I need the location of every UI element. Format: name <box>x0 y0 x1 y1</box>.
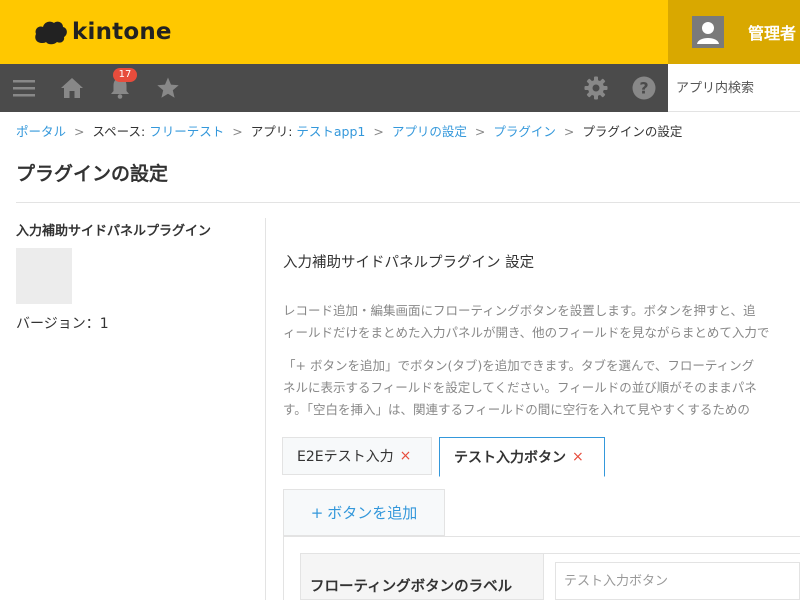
floating-button-label-heading: フローティングボタンのラベル <box>310 579 513 595</box>
floating-button-label-input[interactable] <box>555 562 800 600</box>
plus-icon: + <box>310 503 324 522</box>
description-paragraph-2: 「+ ボタンを追加」でボタン(タブ)を追加できます。タブを選んで、フローティング… <box>283 355 800 421</box>
user-icon <box>697 22 719 44</box>
plugin-icon-placeholder <box>16 248 72 304</box>
avatar <box>692 16 724 48</box>
cloud-logo-icon <box>35 21 67 45</box>
breadcrumb-app-prefix: アプリ: <box>250 124 297 139</box>
description-line: 「+ ボタンを追加」でボタン(タブ)を追加できます。タブを選んで、フローティング <box>283 358 755 373</box>
tab-close-icon[interactable]: × <box>572 449 584 465</box>
tab-label: テスト入力ボタン <box>454 450 566 466</box>
svg-text:?: ? <box>639 79 648 98</box>
breadcrumb-separator: > <box>563 124 575 139</box>
app-header: kintone 管理者 <box>0 0 800 64</box>
title-divider <box>16 202 800 203</box>
description-paragraph-1: レコード追加・編集画面にフローティングボタンを設置します。ボタンを押すと、追 ィ… <box>283 300 800 344</box>
breadcrumb-separator: > <box>74 124 85 139</box>
add-button-button[interactable]: + ボタンを追加 <box>283 489 445 536</box>
tab-label: E2Eテスト入力 <box>297 449 394 465</box>
menu-icon[interactable] <box>12 76 36 100</box>
notification-badge: 17 <box>113 68 137 82</box>
app-search-box <box>668 64 800 112</box>
help-icon[interactable]: ? <box>632 76 656 100</box>
breadcrumb-space-prefix: スペース: <box>92 124 150 139</box>
logo-text: kintone <box>72 19 172 45</box>
breadcrumb-portal[interactable]: ポータル <box>16 124 66 139</box>
page-title: プラグインの設定 <box>16 163 169 185</box>
breadcrumb-separator: > <box>474 124 486 139</box>
description-line: ネルに表示するフィールドを設定してください。フィールドの並び順がそのままパネ <box>283 380 757 395</box>
tab-e2e-input[interactable]: E2Eテスト入力 × <box>282 437 432 475</box>
breadcrumb-separator: > <box>232 124 243 139</box>
gear-icon[interactable] <box>584 76 608 100</box>
user-menu[interactable]: 管理者 <box>668 0 800 64</box>
home-icon[interactable] <box>60 76 84 100</box>
tab-test-input-button[interactable]: テスト入力ボタン × <box>439 437 605 477</box>
breadcrumb-space[interactable]: フリーテスト <box>149 124 224 139</box>
breadcrumb-app-settings[interactable]: アプリの設定 <box>392 124 467 139</box>
breadcrumb-app[interactable]: テストapp1 <box>296 124 365 139</box>
user-name: 管理者 <box>748 24 797 43</box>
description-line: す。「空白を挿入」は、関連するフィールドの間に空行を入れて見やすくするための <box>283 402 750 417</box>
add-button-label: ボタンを追加 <box>327 504 418 522</box>
plugin-name: 入力補助サイドパネルプラグイン <box>16 224 212 239</box>
description-line: ィールドだけをまとめた入力パネルが開き、他のフィールドを見ながらまとめて入力で <box>283 325 770 340</box>
tab-close-icon[interactable]: × <box>400 448 412 464</box>
plugin-version: バージョン：1 <box>16 316 109 332</box>
panel-divider <box>265 218 266 600</box>
breadcrumb-current: プラグインの設定 <box>582 124 683 139</box>
breadcrumb: ポータル > スペース: フリーテスト > アプリ: テストapp1 > アプリの設定 > プラ… <box>16 121 682 140</box>
description-line: レコード追加・編集画面にフローティングボタンを設置します。ボタンを押すと、追 <box>283 303 756 318</box>
app-search-input[interactable] <box>676 74 800 102</box>
settings-title: 入力補助サイドパネルプラグイン 設定 <box>283 255 535 271</box>
star-icon[interactable] <box>156 76 180 100</box>
breadcrumb-separator: > <box>373 124 384 139</box>
kintone-logo[interactable]: kintone <box>34 16 172 48</box>
breadcrumb-plugins[interactable]: プラグイン <box>493 124 556 139</box>
